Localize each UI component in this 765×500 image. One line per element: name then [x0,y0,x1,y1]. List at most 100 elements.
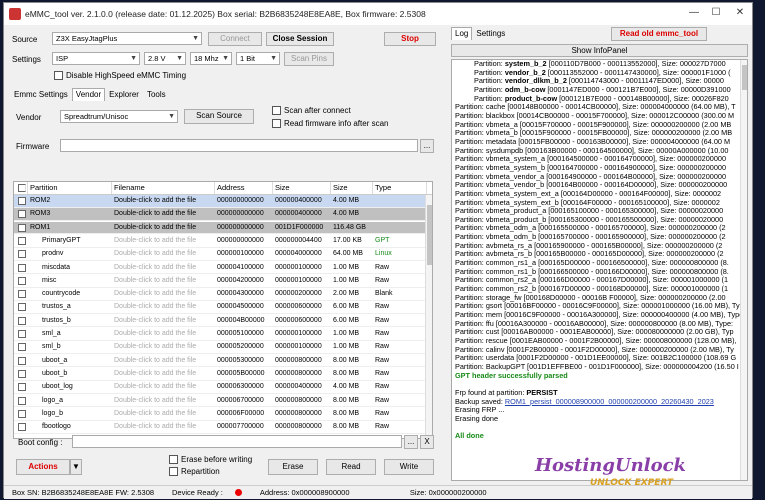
vendor-select[interactable]: Spreadtrum/Unisoc ▼ [60,110,178,123]
cell-partition[interactable]: trustos_b [28,315,112,327]
cell-partition[interactable]: uboot_a [28,355,112,367]
row-checkbox[interactable] [18,330,26,338]
cell-type[interactable]: Raw [373,355,427,367]
cell-partition[interactable]: miscdata [28,262,112,274]
cell-address[interactable]: 000000000000 [215,208,273,220]
cell-size[interactable]: 1.00 MB [331,275,373,287]
cell-size-hex[interactable]: 000000800000 [273,421,331,433]
cell-filename[interactable]: Double-click to add the file [112,381,215,393]
cell-size-hex[interactable]: 000000100000 [273,328,331,340]
row-checkbox-cell[interactable] [14,408,28,420]
erase-button[interactable]: Erase [268,459,318,475]
cell-partition[interactable]: uboot_log [28,381,112,393]
row-checkbox[interactable] [18,396,26,405]
row-checkbox-cell[interactable] [14,301,28,313]
cell-size[interactable]: 1.00 MB [331,341,373,353]
cell-address[interactable]: 000005200000 [215,341,273,353]
repartition-checkbox[interactable] [169,467,178,476]
cell-partition[interactable]: ROM2 [28,195,112,207]
cell-type[interactable]: Raw [373,395,427,407]
cell-size-hex[interactable]: 000000400000 [273,195,331,207]
header-checkbox[interactable] [18,184,26,192]
firmware-browse-button[interactable]: ... [420,139,434,153]
cell-partition[interactable]: fbootlogo [28,421,112,433]
cell-type[interactable]: Raw [373,275,427,287]
cell-type[interactable]: Raw [373,381,427,393]
cell-size[interactable]: 8.00 MB [331,408,373,420]
stop-button[interactable]: Stop [384,32,436,46]
cell-size-hex[interactable]: 000000800000 [273,395,331,407]
cell-filename[interactable]: Double-click to add the file [112,368,215,380]
cell-size[interactable]: 8.00 MB [331,368,373,380]
cell-size[interactable]: 2.00 MB [331,288,373,300]
cell-address[interactable]: 000007700000 [215,421,273,433]
cell-address[interactable]: 000000000000 [215,222,273,234]
cell-type[interactable]: Blank [373,288,427,300]
cell-filename[interactable]: Double-click to add the file [112,328,215,340]
cell-size[interactable]: 1.00 MB [331,262,373,274]
cell-filename[interactable]: Double-click to add the file [112,395,215,407]
cell-filename[interactable]: Double-click to add the file [112,288,215,300]
cell-partition[interactable]: ROM3 [28,208,112,220]
cell-size[interactable]: 17.00 KB [331,235,373,247]
cell-size[interactable]: 8.00 MB [331,395,373,407]
cell-size[interactable]: 6.00 MB [331,315,373,327]
row-checkbox-cell[interactable] [14,195,28,207]
actions-button[interactable]: Actions [16,459,70,475]
cell-size[interactable]: 4.00 MB [331,195,373,207]
connect-button[interactable]: Connect [208,32,262,46]
cell-address[interactable]: 000005100000 [215,328,273,340]
cell-filename[interactable]: Double-click to add the file [112,235,215,247]
cell-size-hex[interactable]: 000000100000 [273,275,331,287]
col-filename[interactable]: Filename [112,182,215,194]
backup-file-link[interactable]: ROM1_persist_000008900000_000000200000_2… [505,397,714,406]
cell-filename[interactable]: Double-click to add the file [112,408,215,420]
cell-size[interactable]: 8.00 MB [331,421,373,433]
close-session-button[interactable]: Close Session [266,32,334,46]
table-row[interactable]: ROM3 Double-click to add the file 00000000… [14,208,427,222]
scan-source-button[interactable]: Scan Source [184,109,254,124]
table-row[interactable]: uboot_b Double-click to add the file 00000… [14,368,427,381]
row-checkbox[interactable] [18,423,26,432]
scan-after-connect-checkbox[interactable] [272,106,281,115]
frequency-select[interactable]: 18 Mhz ▼ [190,52,232,65]
cell-filename[interactable]: Double-click to add the file [112,208,215,220]
cell-address[interactable]: 000005B00000 [215,368,273,380]
row-checkbox-cell[interactable] [14,235,28,247]
row-checkbox-cell[interactable] [14,208,28,220]
cell-size-hex[interactable]: 000000600000 [273,301,331,313]
cell-filename[interactable]: Double-click to add the file [112,341,215,353]
scan-pins-button[interactable]: Scan Pins [284,52,334,66]
cell-partition[interactable]: PrimaryGPT [28,235,112,247]
cell-address[interactable]: 000004500000 [215,301,273,313]
tab-tools[interactable]: Tools [143,88,170,101]
col-type[interactable]: Type [373,182,427,194]
cell-partition[interactable]: uboot_b [28,368,112,380]
cell-type[interactable]: Raw [373,262,427,274]
cell-type[interactable]: Raw [373,421,427,433]
row-checkbox-cell[interactable] [14,288,28,300]
tab-settings[interactable]: Settings [472,27,509,40]
table-row[interactable]: prodnv Double-click to add the file 000000… [14,248,427,261]
cell-filename[interactable]: Double-click to add the file [112,262,215,274]
minimize-button[interactable]: — [684,5,704,21]
cell-size-hex[interactable]: 000000800000 [273,368,331,380]
row-checkbox-cell[interactable] [14,421,28,433]
cell-type[interactable]: Raw [373,328,427,340]
col-address[interactable]: Address [215,182,273,194]
cell-partition[interactable]: logo_b [28,408,112,420]
cell-size[interactable]: 64.00 MB [331,248,373,260]
cell-filename[interactable]: Double-click to add the file [112,222,215,234]
boot-config-clear-button[interactable]: X [420,435,434,449]
bus-width-select[interactable]: 1 Bit ▼ [236,52,280,65]
table-row[interactable]: PrimaryGPT Double-click to add the file 00… [14,235,427,248]
cell-filename[interactable]: Double-click to add the file [112,315,215,327]
row-checkbox-cell[interactable] [14,222,28,234]
cell-address[interactable]: 000006F00000 [215,408,273,420]
cell-type[interactable]: GPT [373,235,427,247]
erase-before-writing-checkbox[interactable] [169,455,178,464]
tab-vendor[interactable]: Vendor [71,88,106,101]
cell-filename[interactable]: Double-click to add the file [112,301,215,313]
scrollbar-thumb[interactable] [427,205,432,265]
cell-size-hex[interactable]: 000000400000 [273,381,331,393]
